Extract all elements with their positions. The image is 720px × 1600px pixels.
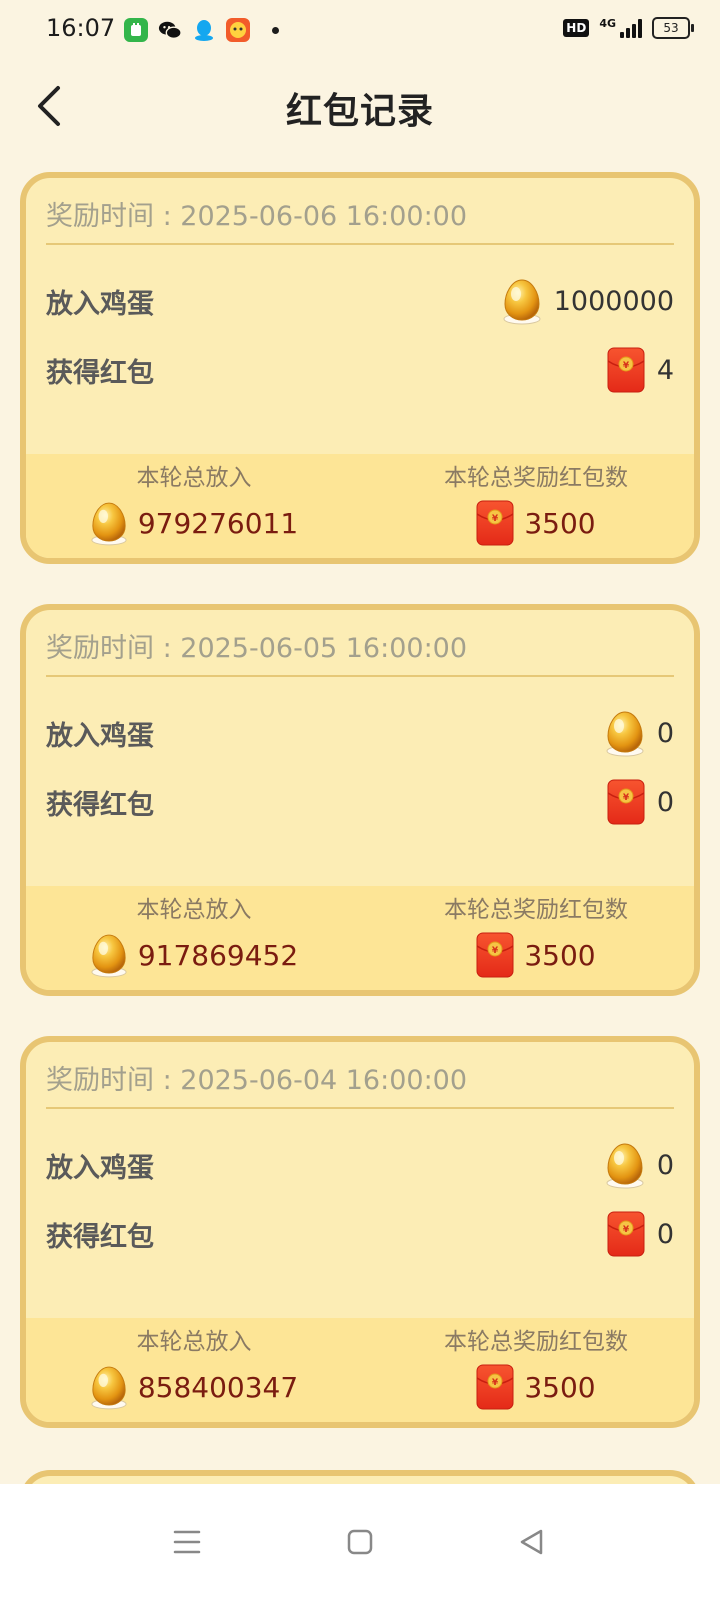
wechat-notification-icon [158,18,182,42]
round-total-put: 本轮总放入 979276011 [44,454,344,546]
hd-badge: HD [563,19,590,37]
page-title: 红包记录 [285,91,434,132]
eggs-put-count: 0 [656,1149,674,1181]
eggs-put-value: 1000000 [502,277,674,325]
round-total-reward-label: 本轮总奖励红包数 [444,465,628,491]
golden-egg-icon [90,932,128,978]
round-total-reward-value: 3500 [386,500,686,546]
red-packet-icon [476,1364,514,1410]
records-list[interactable]: 奖励时间 : 2025-06-06 16:00:00 放入鸡蛋 1000000 … [20,172,700,1468]
triangle-back-icon [520,1529,543,1555]
nav-home-button[interactable] [330,1512,390,1572]
card-divider [46,675,674,677]
red-packets-label: 获得红包 [46,789,154,821]
red-packet-icon [607,1211,645,1257]
nav-menu-button[interactable] [157,1512,217,1572]
record-card: 奖励时间 : 2025-06-04 16:00:00 放入鸡蛋 0 获得红包 0… [20,1036,700,1428]
round-total-reward-count: 3500 [524,506,596,540]
golden-egg-icon [605,709,645,757]
red-packets-row: 获得红包 0 [46,777,674,827]
round-total-put-label: 本轮总放入 [136,465,252,491]
eggs-put-label: 放入鸡蛋 [46,1152,154,1184]
eggs-put-row: 放入鸡蛋 1000000 [46,276,674,326]
golden-egg-icon [605,1141,645,1189]
red-packets-label: 获得红包 [46,357,154,389]
round-total-reward-count: 3500 [524,1370,596,1404]
red-packets-row: 获得红包 0 [46,1209,674,1259]
round-total-reward: 本轮总奖励红包数 3500 [386,886,686,978]
eggs-put-count: 0 [656,717,674,749]
round-total-reward-label: 本轮总奖励红包数 [444,897,628,923]
more-notifications-dot [272,26,279,34]
round-total-put-value: 979276011 [44,500,344,546]
game-app-notification-icon [226,18,250,42]
nav-back-button[interactable] [502,1512,562,1572]
red-packets-count: 0 [656,786,674,818]
round-summary: 本轮总放入 858400347 本轮总奖励红包数 3500 [26,1318,694,1422]
round-summary: 本轮总放入 979276011 本轮总奖励红包数 3500 [26,454,694,558]
red-packets-count: 4 [656,354,674,386]
record-card: 奖励时间 : 2025-06-06 16:00:00 放入鸡蛋 1000000 … [20,172,700,564]
battery-icon: 53 [652,17,694,39]
round-total-put-count: 858400347 [137,1370,299,1404]
red-packets-label: 获得红包 [46,1221,154,1253]
golden-egg-icon [90,1364,128,1410]
page-header: 红包记录 [0,62,720,148]
golden-egg-icon [502,277,542,325]
red-packet-icon [607,779,645,825]
red-packets-row: 获得红包 4 [46,345,674,395]
round-total-put-value: 917869452 [44,932,344,978]
round-total-reward: 本轮总奖励红包数 3500 [386,1318,686,1410]
round-total-put-value: 858400347 [44,1364,344,1410]
network-type: 4G [599,16,616,30]
reward-time: 奖励时间 : 2025-06-05 16:00:00 [46,633,468,664]
round-total-put-label: 本轮总放入 [136,1329,252,1355]
round-total-put-count: 979276011 [137,506,299,540]
signal-icon [620,18,642,38]
round-summary: 本轮总放入 917869452 本轮总奖励红包数 3500 [26,886,694,990]
red-packets-value: 0 [607,1211,674,1257]
system-icons: HD 4G 53 [563,16,694,39]
menu-icon [173,1530,201,1554]
red-packets-value: 4 [607,347,674,393]
golden-egg-icon [90,500,128,546]
round-total-put-count: 917869452 [137,938,299,972]
round-total-put: 本轮总放入 858400347 [44,1318,344,1410]
reward-time: 奖励时间 : 2025-06-06 16:00:00 [46,201,468,232]
eggs-put-value: 0 [605,1141,674,1189]
eggs-put-row: 放入鸡蛋 0 [46,1140,674,1190]
eggs-put-row: 放入鸡蛋 0 [46,708,674,758]
eggs-put-label: 放入鸡蛋 [46,720,154,752]
status-bar: 16:07 HD 4G 53 [0,0,720,62]
card-divider [46,1107,674,1109]
qq-notification-icon [192,18,216,42]
status-time: 16:07 [46,14,116,42]
round-total-reward-value: 3500 [386,932,686,978]
round-total-reward-count: 3500 [524,938,596,972]
round-total-reward: 本轮总奖励红包数 3500 [386,454,686,546]
round-total-put-label: 本轮总放入 [136,897,252,923]
red-packet-icon [476,932,514,978]
eggs-put-value: 0 [605,709,674,757]
round-total-reward-value: 3500 [386,1364,686,1410]
app-store-notification-icon [124,18,148,42]
red-packets-value: 0 [607,779,674,825]
red-packet-icon [607,347,645,393]
square-home-icon [347,1529,373,1555]
red-packets-count: 0 [656,1218,674,1250]
red-packet-icon [476,500,514,546]
round-total-reward-label: 本轮总奖励红包数 [444,1329,628,1355]
eggs-put-count: 1000000 [553,285,674,317]
reward-time: 奖励时间 : 2025-06-04 16:00:00 [46,1065,468,1096]
notification-icons [124,18,279,42]
eggs-put-label: 放入鸡蛋 [46,288,154,320]
system-nav-bar [0,1484,720,1600]
record-card: 奖励时间 : 2025-06-05 16:00:00 放入鸡蛋 0 获得红包 0… [20,604,700,996]
round-total-put: 本轮总放入 917869452 [44,886,344,978]
card-divider [46,243,674,245]
